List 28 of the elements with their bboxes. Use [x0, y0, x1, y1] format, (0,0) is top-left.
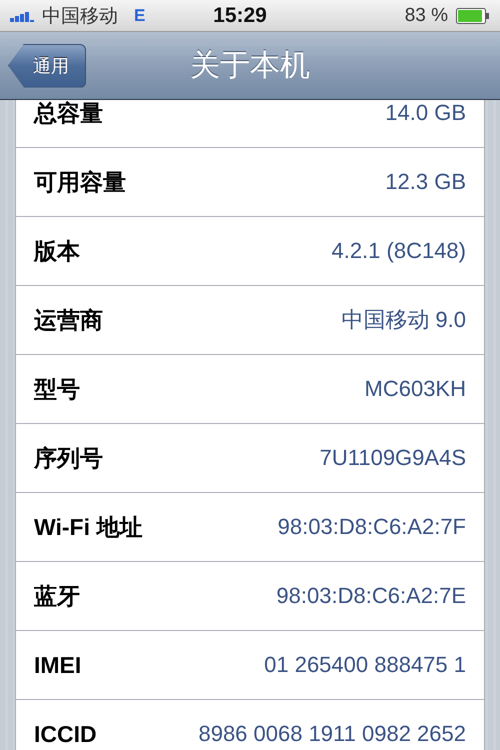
row-label: IMEI	[34, 652, 82, 678]
battery-percent: 83 %	[404, 4, 448, 26]
battery-icon	[456, 8, 490, 24]
row-value: 98:03:D8:C6:A2:7F	[278, 514, 466, 540]
row-value: 12.3 GB	[385, 169, 466, 195]
row-label: 序列号	[34, 444, 103, 472]
row-label: 运营商	[34, 306, 103, 334]
row-value: 98:03:D8:C6:A2:7E	[276, 583, 466, 609]
carrier-name: 中国移动	[42, 4, 118, 28]
page-title: 关于本机	[190, 48, 310, 84]
network-type: E	[134, 6, 146, 26]
back-button[interactable]: 通用	[8, 44, 86, 88]
row-value: MC603KH	[364, 376, 466, 402]
row-label: 版本	[34, 236, 80, 266]
row-value: 7U1109G9A4S	[320, 445, 466, 471]
row-label: 总容量	[34, 100, 103, 128]
row-label: 蓝牙	[34, 582, 80, 610]
row-value: 中国移动 9.0	[341, 306, 466, 334]
clock: 15:29	[212, 4, 268, 28]
row-value: 8986 0068 1911 0982 2652	[198, 721, 466, 747]
row-label: 型号	[34, 374, 80, 404]
row-label: ICCID	[34, 720, 97, 748]
signal-icon	[10, 10, 34, 22]
row-label: 可用容量	[34, 168, 126, 196]
row-value: 4.2.1 (8C148)	[331, 238, 466, 264]
row-value: 14.0 GB	[385, 100, 466, 126]
row-label: Wi-Fi 地址	[34, 512, 142, 542]
row-value: 01 265400 888475 1	[264, 652, 466, 678]
